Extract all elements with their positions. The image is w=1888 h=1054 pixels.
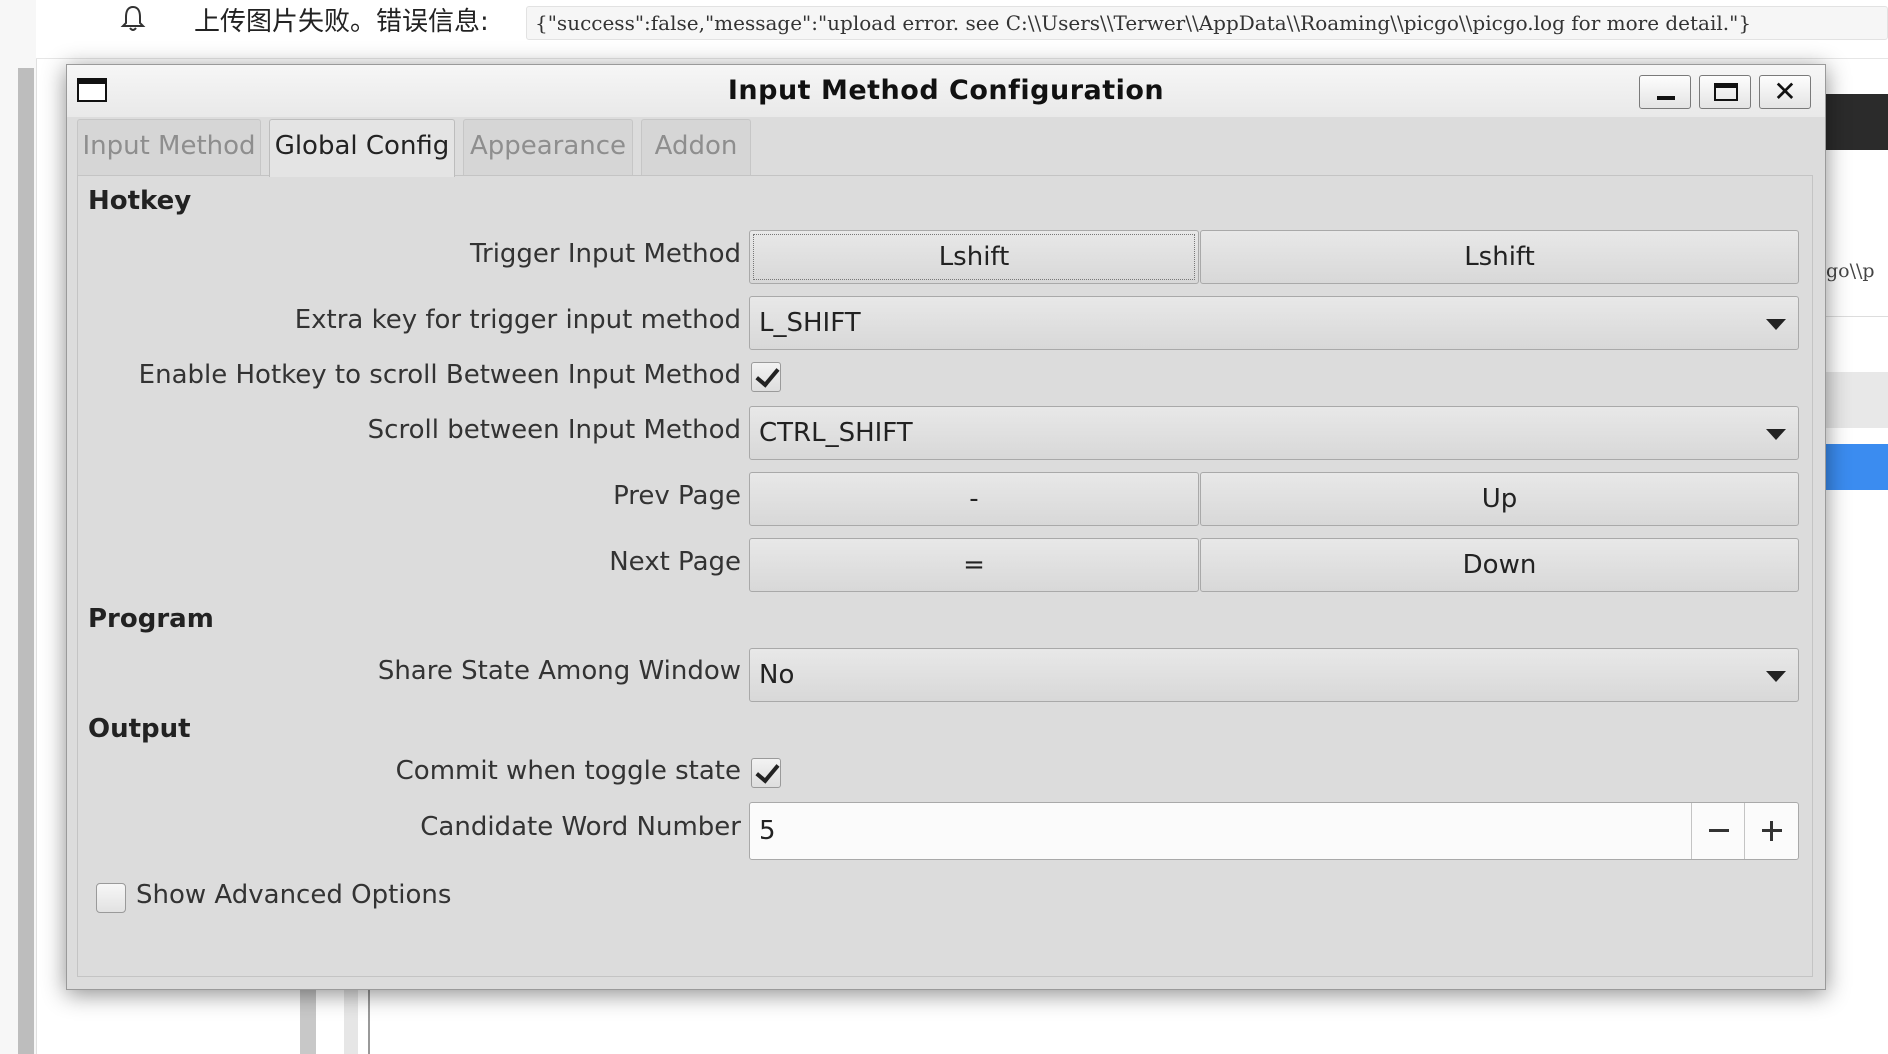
extra-key-label: Extra key for trigger input method <box>294 305 741 335</box>
background-selected-row <box>1826 444 1888 490</box>
background-path-fragment: go\\p <box>1826 260 1875 282</box>
show-advanced-checkbox[interactable] <box>96 883 126 913</box>
section-hotkey: Hotkey <box>88 186 192 216</box>
candidate-number-spinbox[interactable]: 5 <box>749 802 1799 860</box>
background-bar <box>344 985 358 1054</box>
enable-scroll-checkbox[interactable] <box>751 362 781 392</box>
background-divider <box>1826 316 1888 317</box>
trigger-input-method-label: Trigger Input Method <box>469 239 741 269</box>
candidate-number-label: Candidate Word Number <box>420 812 741 842</box>
show-advanced-label[interactable]: Show Advanced Options <box>136 880 451 910</box>
next-page-label: Next Page <box>609 547 741 577</box>
commit-toggle-checkbox[interactable] <box>751 758 781 788</box>
bell-icon[interactable] <box>118 4 148 34</box>
maximize-button[interactable] <box>1699 75 1751 109</box>
title-bar[interactable]: Input Method Configuration ✕ <box>67 65 1825 117</box>
scroll-between-value: CTRL_SHIFT <box>759 418 913 448</box>
close-icon: ✕ <box>1773 75 1797 108</box>
extra-key-value: L_SHIFT <box>759 308 861 338</box>
next-page-key-button-2[interactable]: Down <box>1200 538 1799 592</box>
background-dark-panel <box>1820 94 1888 150</box>
next-page-key-button-1[interactable]: = <box>749 538 1199 592</box>
upload-error-message: {"success":false,"message":"upload error… <box>526 6 1888 40</box>
share-state-select[interactable]: No <box>749 648 1799 702</box>
minimize-button[interactable] <box>1639 75 1691 109</box>
prev-page-key-button-2[interactable]: Up <box>1200 472 1799 526</box>
window-title: Input Method Configuration <box>727 75 1165 106</box>
extra-key-select[interactable]: L_SHIFT <box>749 296 1799 350</box>
candidate-number-value[interactable]: 5 <box>759 803 776 859</box>
increment-button[interactable] <box>1744 803 1798 859</box>
prev-page-key-button-1[interactable]: - <box>749 472 1199 526</box>
tab-addon[interactable]: Addon <box>641 119 751 175</box>
share-state-label: Share State Among Window <box>377 656 741 686</box>
background-grey-row <box>1826 372 1888 428</box>
background-line <box>368 985 370 1054</box>
tab-appearance[interactable]: Appearance <box>463 119 633 175</box>
background-bar <box>300 985 316 1054</box>
section-program: Program <box>88 604 214 634</box>
trigger-key-button-1[interactable]: Lshift <box>749 230 1199 284</box>
decrement-button[interactable] <box>1691 803 1745 859</box>
chevron-down-icon <box>1766 671 1786 682</box>
scroll-between-select[interactable]: CTRL_SHIFT <box>749 406 1799 460</box>
prev-page-label: Prev Page <box>613 481 741 511</box>
chevron-down-icon <box>1766 429 1786 440</box>
chevron-down-icon <box>1766 319 1786 330</box>
tab-global-config[interactable]: Global Config <box>269 119 455 177</box>
enable-scroll-label: Enable Hotkey to scroll Between Input Me… <box>138 360 741 390</box>
section-output: Output <box>88 714 191 744</box>
upload-error-label: 上传图片失败。错误信息: <box>194 7 489 37</box>
close-button[interactable]: ✕ <box>1759 75 1811 109</box>
background-scrollbar <box>18 68 34 1054</box>
scroll-between-label: Scroll between Input Method <box>367 415 741 445</box>
share-state-value: No <box>759 660 795 690</box>
trigger-key-button-2[interactable]: Lshift <box>1200 230 1799 284</box>
tab-input-method[interactable]: Input Method <box>77 119 261 175</box>
commit-toggle-label: Commit when toggle state <box>395 756 741 786</box>
